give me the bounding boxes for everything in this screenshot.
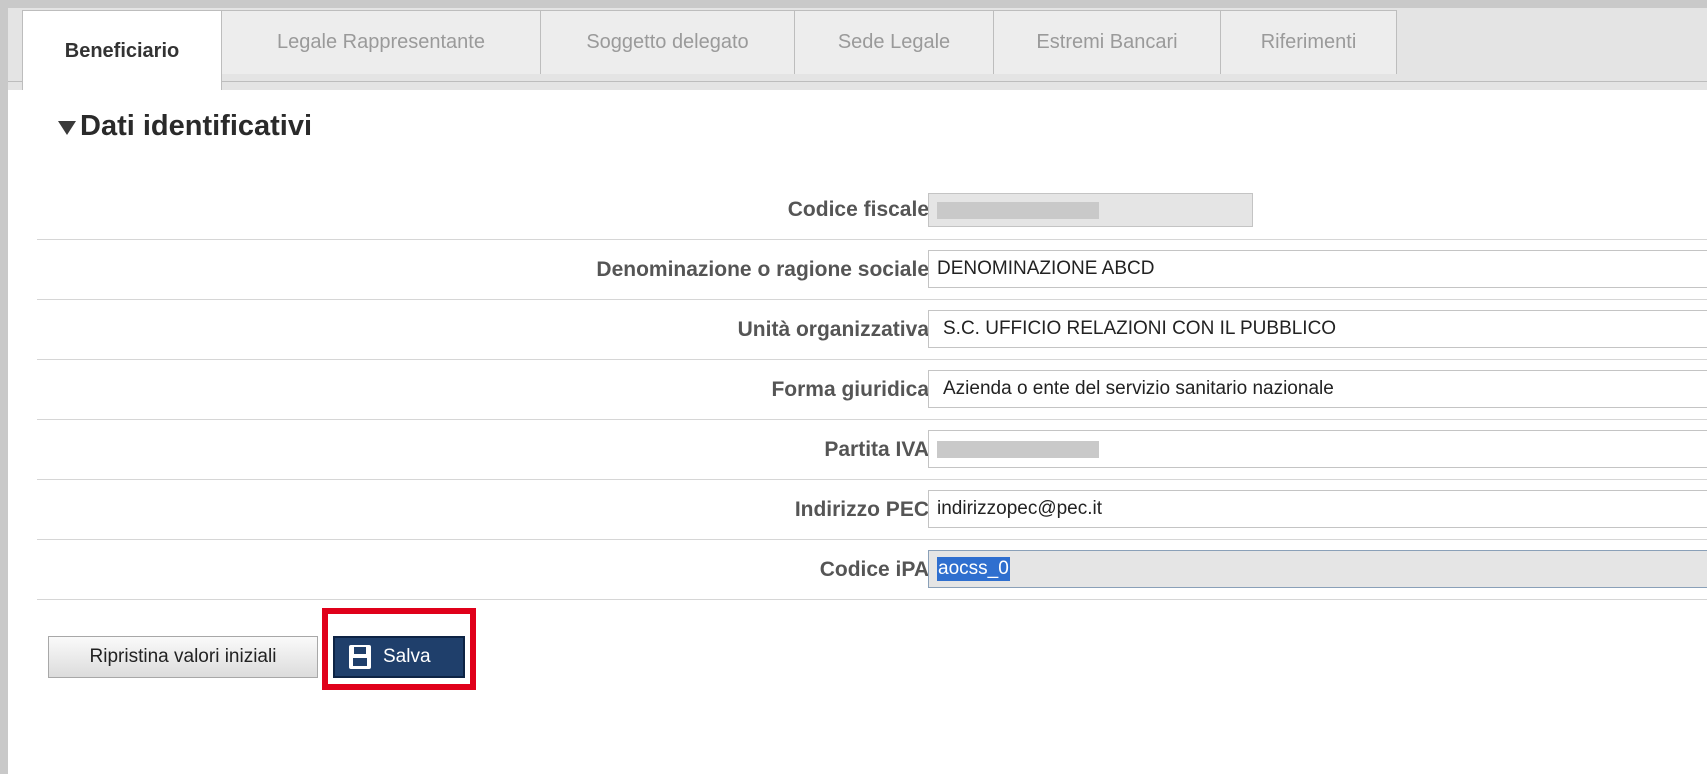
section-header[interactable]: Dati identificativi [58,110,312,143]
tab-sede-legale[interactable]: Sede Legale [794,10,994,74]
masked-value [937,440,1099,458]
form-row-forma-giuridica: Forma giuridica Azienda o ente del servi… [37,360,1707,420]
tab-estremi-bancari[interactable]: Estremi Bancari [993,10,1221,74]
tab-beneficiario[interactable]: Beneficiario [22,10,222,91]
codice-ipa-field[interactable]: aocss_0 [928,550,1707,588]
floppy-disk-icon [349,645,371,669]
form-row-codice-ipa: Codice iPA aocss_0 [37,540,1707,600]
tab-riferimenti[interactable]: Riferimenti [1220,10,1397,74]
indirizzo-pec-field[interactable]: indirizzopec@pec.it [928,490,1707,528]
tab-bar-divider [8,81,1707,82]
selected-text: aocss_0 [937,557,1010,581]
unita-organizzativa-field[interactable]: S.C. UFFICIO RELAZIONI CON IL PUBBLICO [928,310,1707,348]
partita-iva-label: Partita IVA [824,437,929,461]
forma-giuridica-field[interactable]: Azienda o ente del servizio sanitario na… [928,370,1707,408]
section-title: Dati identificativi [80,110,313,142]
masked-value [937,201,1099,219]
form-row-partita-iva: Partita IVA [37,420,1707,480]
form-row-indirizzo-pec: Indirizzo PEC indirizzopec@pec.it [37,480,1707,540]
form-row-denominazione: Denominazione o ragione sociale DENOMINA… [37,240,1707,300]
codice-ipa-label: Codice iPA [819,557,929,581]
forma-giuridica-label: Forma giuridica [771,377,929,401]
form-row-codice-fiscale: Codice fiscale [37,180,1707,240]
unita-organizzativa-label: Unità organizzativa [737,317,929,341]
save-button[interactable]: Salva [333,636,465,678]
tab-legale-rappresentante[interactable]: Legale Rappresentante [221,10,541,74]
save-button-label: Salva [383,646,431,667]
reset-button[interactable]: Ripristina valori iniziali [48,636,318,678]
denominazione-field[interactable]: DENOMINAZIONE ABCD [928,250,1707,288]
partita-iva-field[interactable] [928,430,1707,468]
codice-fiscale-label: Codice fiscale [787,197,929,221]
denominazione-label: Denominazione o ragione sociale [596,257,929,281]
codice-fiscale-field [928,193,1253,227]
form-row-unita-organizzativa: Unità organizzativa S.C. UFFICIO RELAZIO… [37,300,1707,360]
indirizzo-pec-label: Indirizzo PEC [794,497,929,521]
tab-soggetto-delegato[interactable]: Soggetto delegato [540,10,795,74]
collapse-triangle-icon [58,120,76,135]
